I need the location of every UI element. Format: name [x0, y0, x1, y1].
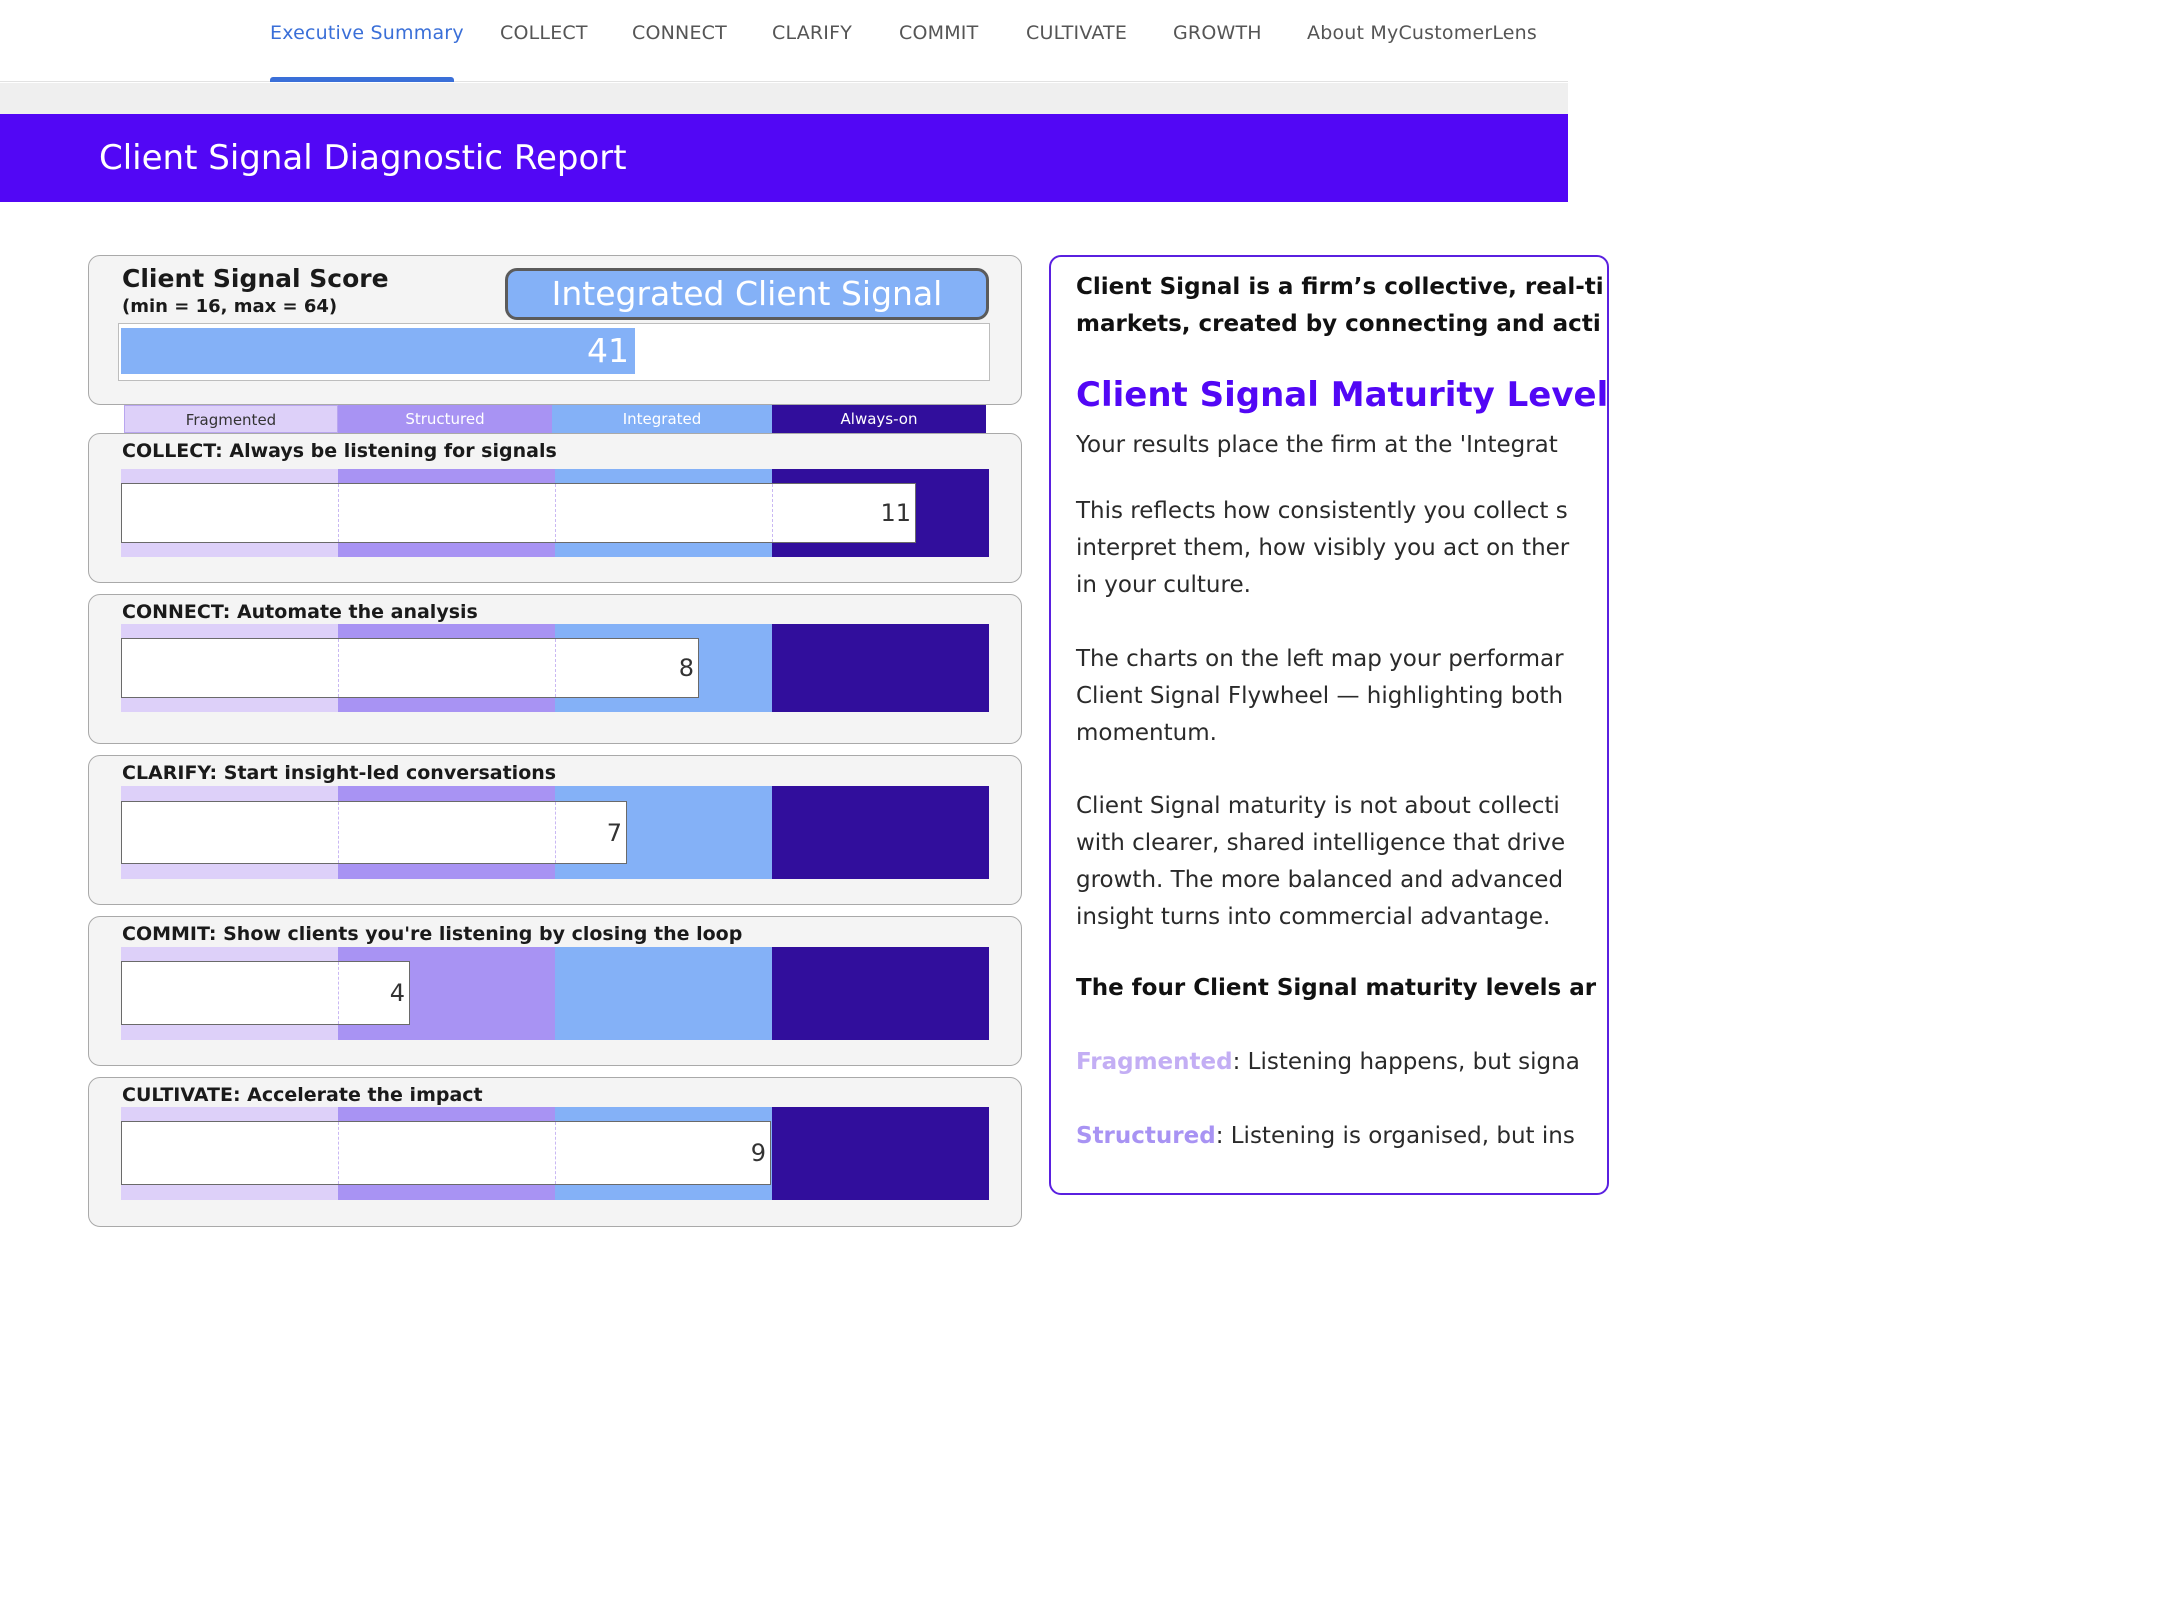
- tab-about[interactable]: About MyCustomerLens: [1307, 22, 1537, 44]
- score-title: Client Signal Score: [122, 264, 389, 293]
- pillar-score-value: 11: [880, 499, 911, 527]
- consistency-paragraph: This reflects how consistently you colle…: [1076, 498, 1570, 598]
- legend-always-on: Always-on: [772, 405, 986, 433]
- tab-collect[interactable]: COLLECT: [500, 22, 588, 44]
- pillar-title: CONNECT: Automate the analysis: [122, 601, 478, 623]
- tab-commit[interactable]: COMMIT: [899, 22, 978, 44]
- tab-connect[interactable]: CONNECT: [632, 22, 727, 44]
- score-bar-track: 41: [118, 323, 990, 381]
- tab-cultivate[interactable]: CULTIVATE: [1026, 22, 1127, 44]
- pillar-score-bar: 8: [121, 638, 699, 698]
- level-definition-fragmented: Fragmented: Listening happens, but signa: [1076, 1049, 1580, 1075]
- pillar-connect: CONNECT: Automate the analysis 8: [88, 594, 1022, 744]
- band-always-on: [772, 1107, 989, 1200]
- legend-integrated: Integrated: [552, 405, 772, 433]
- charts-paragraph: The charts on the left map your performa…: [1076, 646, 1564, 746]
- band-integrated: [555, 947, 772, 1040]
- active-tab-indicator: [270, 77, 454, 82]
- pillar-cultivate: CULTIVATE: Accelerate the impact 9: [88, 1077, 1022, 1227]
- pillar-score-bar: 4: [121, 961, 410, 1025]
- legend-fragmented: Fragmented: [124, 405, 338, 433]
- client-signal-score-panel: Client Signal Score (min = 16, max = 64)…: [88, 255, 1022, 405]
- pillar-score-value: 7: [606, 818, 622, 847]
- maturity-bands: 7: [121, 786, 989, 879]
- pillar-score-bar: 9: [121, 1121, 771, 1185]
- pillar-score-value: 8: [678, 654, 694, 682]
- pillar-score-bar: 11: [121, 483, 916, 543]
- pillar-commit: COMMIT: Show clients you're listening by…: [88, 916, 1022, 1066]
- tab-executive-summary[interactable]: Executive Summary: [270, 22, 464, 44]
- band-always-on: [772, 947, 989, 1040]
- pillar-clarify: CLARIFY: Start insight-led conversations…: [88, 755, 1022, 905]
- maturity-result-text: Your results place the firm at the 'Inte…: [1076, 432, 1558, 458]
- page-title: Client Signal Diagnostic Report: [99, 138, 627, 178]
- tab-clarify[interactable]: CLARIFY: [772, 22, 852, 44]
- pillar-score-value: 4: [389, 979, 405, 1007]
- maturity-bands: 11: [121, 469, 989, 557]
- band-always-on: [772, 786, 989, 879]
- score-range-note: (min = 16, max = 64): [122, 296, 338, 317]
- pillar-title: COMMIT: Show clients you're listening by…: [122, 923, 743, 945]
- maturity-level-heading: Client Signal Maturity Level: [1076, 375, 1609, 415]
- pillar-title: CULTIVATE: Accelerate the impact: [122, 1084, 483, 1106]
- pillar-score-value: 9: [750, 1139, 766, 1167]
- pillar-collect: COLLECT: Always be listening for signals…: [88, 433, 1022, 583]
- band-always-on: [772, 624, 989, 712]
- levels-heading: The four Client Signal maturity levels a…: [1076, 975, 1597, 1001]
- report-banner: Client Signal Diagnostic Report: [0, 114, 1568, 202]
- score-bar-fill: 41: [121, 328, 635, 374]
- maturity-bands: 8: [121, 624, 989, 712]
- top-navigation: Executive Summary COLLECT CONNECT CLARIF…: [0, 0, 1568, 82]
- maturity-bands: 9: [121, 1107, 989, 1200]
- maturity-level-badge: Integrated Client Signal: [505, 268, 989, 320]
- page-gutter: [0, 83, 1568, 114]
- maturity-bands: 4: [121, 947, 989, 1040]
- pillar-score-bar: 7: [121, 801, 627, 864]
- maturity-explanation-panel: Client Signal is a firm’s collective, re…: [1049, 255, 1609, 1195]
- legend-structured: Structured: [338, 405, 552, 433]
- tab-growth[interactable]: GROWTH: [1173, 22, 1262, 44]
- pillar-title: CLARIFY: Start insight-led conversations: [122, 762, 557, 784]
- pillar-title: COLLECT: Always be listening for signals: [122, 440, 557, 462]
- score-value: 41: [587, 331, 629, 370]
- client-signal-definition: Client Signal is a firm’s collective, re…: [1076, 274, 1604, 337]
- maturity-paragraph: Client Signal maturity is not about coll…: [1076, 793, 1566, 930]
- level-definition-structured: Structured: Listening is organised, but …: [1076, 1123, 1575, 1149]
